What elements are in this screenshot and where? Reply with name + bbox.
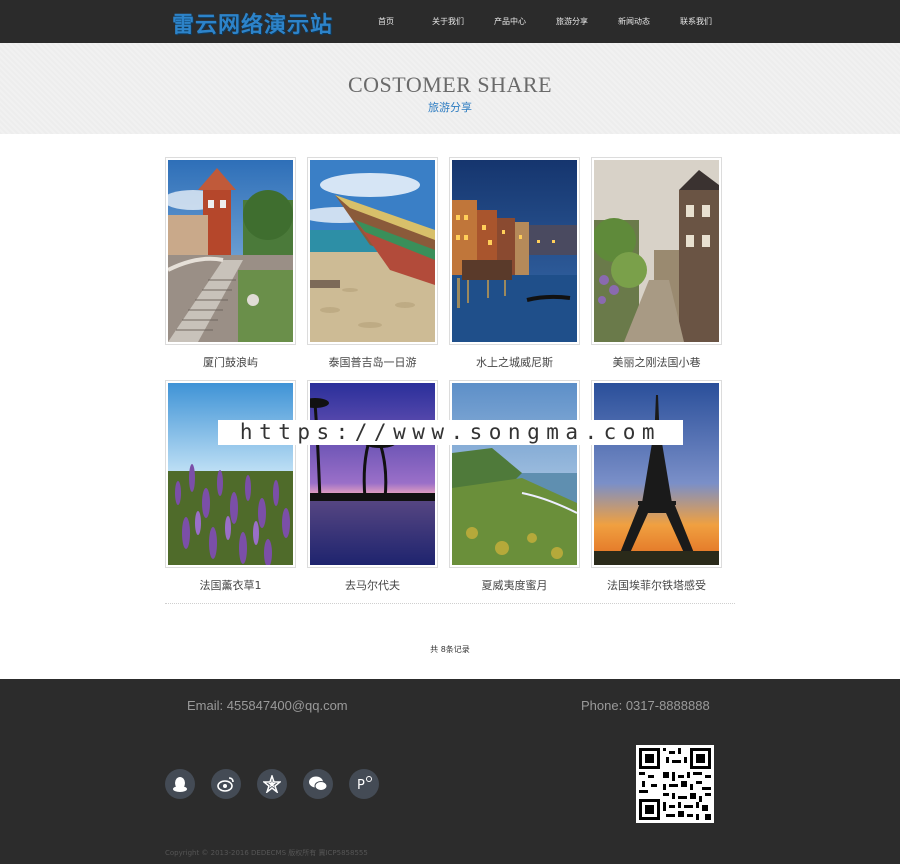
gallery-caption[interactable]: 美丽之刚法国小巷	[591, 354, 722, 370]
photo-castle-stairs	[168, 160, 293, 342]
photo-lavender	[168, 383, 293, 565]
top-nav-bar: 雷云网络演示站 首页 关于我们 产品中心 旅游分享 新闻动态 联系我们	[0, 0, 900, 43]
photo-french-alley	[594, 160, 719, 342]
banner-title: COSTOMER SHARE	[347, 72, 553, 97]
divider	[165, 603, 735, 604]
footer-phone: Phone: 0317-8888888	[581, 698, 710, 713]
tieba-icon[interactable]: P	[349, 769, 379, 799]
social-links: P	[165, 769, 395, 799]
svg-text:P: P	[357, 778, 365, 793]
gallery-caption[interactable]: 泰国普吉岛一日游	[307, 354, 438, 370]
wechat-icon[interactable]	[303, 769, 333, 799]
nav-products[interactable]: 产品中心	[479, 0, 541, 43]
photo-eiffel-tower	[594, 383, 719, 565]
nav-travel-share[interactable]: 旅游分享	[541, 0, 603, 43]
footer-email[interactable]: Email: 455847400@qq.com	[187, 698, 348, 713]
gallery-caption[interactable]: 夏威夷度蜜月	[449, 577, 580, 593]
page: 雷云网络演示站 首页 关于我们 产品中心 旅游分享 新闻动态 联系我们 COST…	[0, 0, 900, 864]
record-count: 共 8条记录	[430, 645, 470, 654]
star-icon[interactable]	[257, 769, 287, 799]
gallery-thumb[interactable]	[591, 380, 722, 568]
gallery-thumb[interactable]	[165, 380, 296, 568]
banner-subtitle: 旅游分享	[428, 101, 472, 114]
photo-hawaii-coast	[452, 383, 577, 565]
gallery-thumb[interactable]	[307, 380, 438, 568]
weibo-icon[interactable]	[211, 769, 241, 799]
gallery-thumb[interactable]	[449, 380, 580, 568]
gallery-thumb[interactable]	[307, 157, 438, 345]
gallery-caption[interactable]: 法国埃菲尔铁塔感受	[591, 577, 722, 593]
site-footer: Email: 455847400@qq.com Phone: 0317-8888…	[0, 679, 900, 864]
gallery-caption[interactable]: 厦门鼓浪屿	[165, 354, 296, 370]
watermark-banner: https://www.songma.com	[218, 420, 683, 445]
nav-news[interactable]: 新闻动态	[603, 0, 665, 43]
page-banner: COSTOMER SHARE 旅游分享	[0, 43, 900, 134]
nav-contact[interactable]: 联系我们	[665, 0, 727, 43]
copyright: Copyright © 2013-2016 DEDECMS 版权所有 冀ICP5…	[165, 849, 368, 857]
gallery-caption[interactable]: 去马尔代夫	[307, 577, 438, 593]
gallery-thumb[interactable]	[165, 157, 296, 345]
nav-home[interactable]: 首页	[355, 0, 417, 43]
site-logo[interactable]: 雷云网络演示站	[172, 7, 333, 39]
photo-venice-night	[452, 160, 577, 342]
gallery-caption[interactable]: 水上之城威尼斯	[449, 354, 580, 370]
qr-code	[636, 745, 714, 823]
main-nav: 首页 关于我们 产品中心 旅游分享 新闻动态 联系我们	[355, 0, 727, 43]
gallery-thumb[interactable]	[591, 157, 722, 345]
gallery-thumb[interactable]	[449, 157, 580, 345]
gallery-caption[interactable]: 法国薰衣草1	[165, 577, 296, 593]
nav-about[interactable]: 关于我们	[417, 0, 479, 43]
qq-icon[interactable]	[165, 769, 195, 799]
photo-beach-boats	[310, 160, 435, 342]
photo-maldives-sunset	[310, 383, 435, 565]
